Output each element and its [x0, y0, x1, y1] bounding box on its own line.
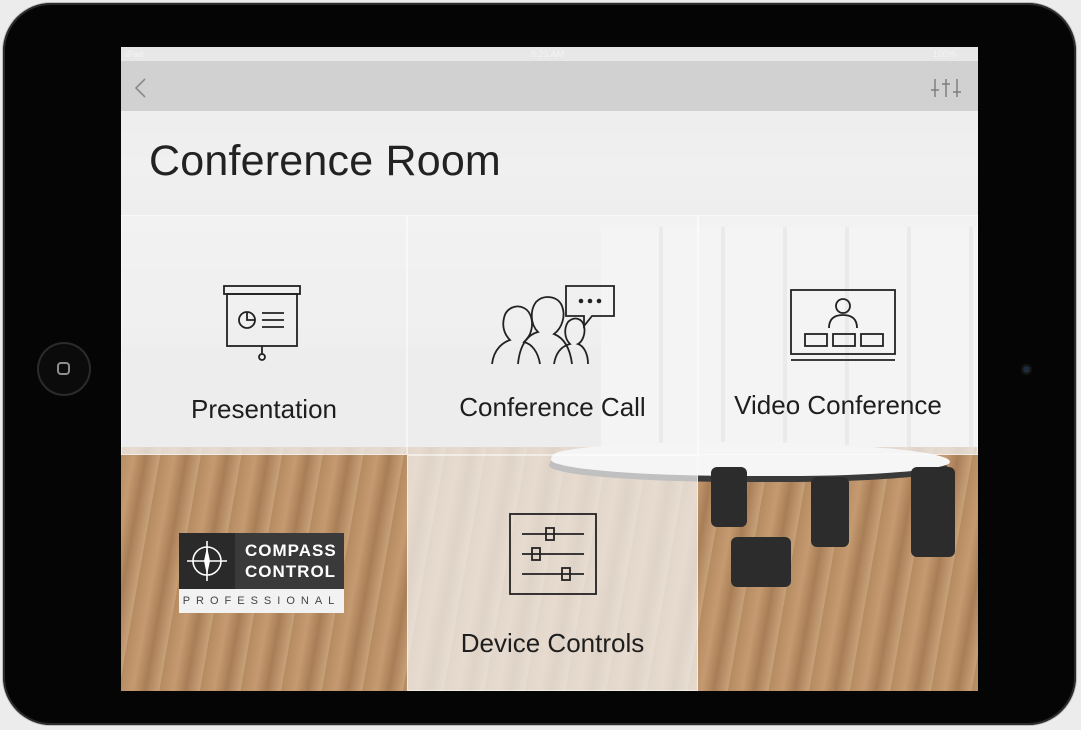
logo-line-1: COMPASS — [245, 541, 337, 560]
video-monitor-icon — [790, 289, 896, 361]
compass-icon — [187, 541, 227, 581]
home-button[interactable] — [37, 342, 91, 396]
tile-video-conference[interactable]: Video Conference — [698, 215, 978, 455]
logo-line-2: CONTROL — [245, 562, 337, 581]
clock-label: 9:23 AM — [531, 49, 565, 59]
background-chair — [811, 477, 849, 547]
page-header: Conference Room — [121, 111, 978, 215]
camera-icon — [1021, 364, 1032, 375]
people-chat-icon — [491, 285, 615, 365]
tile-device-controls[interactable]: Device Controls — [407, 455, 698, 691]
compass-control-logo: COMPASS CONTROL PROFESSIONAL — [179, 533, 344, 615]
tile-presentation[interactable]: Presentation — [121, 215, 407, 455]
status-bar: iPad 9:23 AM 100% — [121, 47, 978, 61]
background-chair — [731, 537, 791, 587]
background-chair — [711, 467, 747, 527]
tile-conference-call-label: Conference Call — [459, 392, 646, 422]
tile-presentation-label: Presentation — [191, 394, 337, 424]
logo-line-3: PROFESSIONAL — [179, 589, 344, 613]
background-chair — [911, 467, 955, 557]
tile-conference-call[interactable]: Conference Call — [407, 215, 698, 455]
sliders-icon[interactable] — [929, 77, 963, 99]
tile-device-controls-label: Device Controls — [460, 628, 645, 658]
nav-bar — [121, 61, 978, 111]
screen: iPad 9:23 AM 100% Conference Room Presen… — [121, 47, 978, 691]
sliders-panel-icon — [509, 513, 597, 595]
carrier-label: iPad — [125, 49, 144, 59]
chevron-left-icon[interactable] — [133, 77, 149, 99]
battery-label: 100% — [933, 49, 957, 59]
tile-video-conference-label: Video Conference — [734, 390, 942, 420]
projector-screen-icon — [223, 285, 301, 361]
page-title: Conference Room — [149, 137, 501, 185]
